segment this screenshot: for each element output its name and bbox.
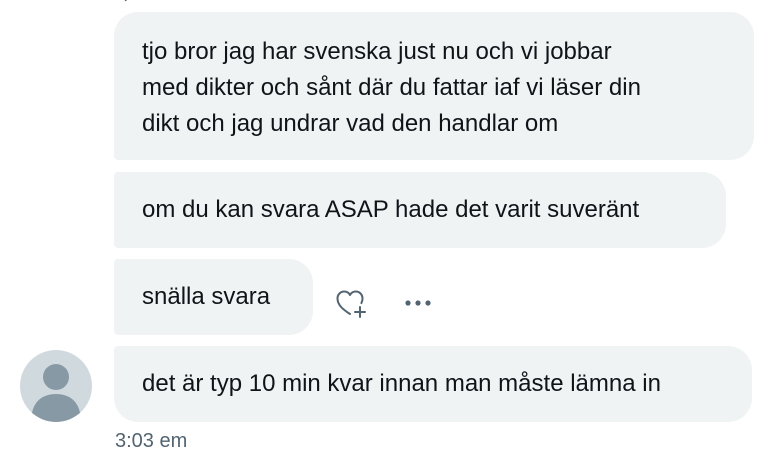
dm-conversation: tjo bror jag har svenska just nu och vi …	[0, 0, 776, 474]
avatar[interactable]	[20, 350, 92, 422]
add-reaction-button[interactable]	[332, 284, 370, 322]
message-text-line: om du kan svara ASAP hade det varit suve…	[142, 196, 640, 223]
message-bubble[interactable]: om du kan svara ASAP hade det varit suve…	[114, 172, 726, 248]
message-text-line: med dikter och sånt där du fattar iaf vi…	[142, 74, 641, 101]
message-text-line: tjo bror jag har svenska just nu och vi …	[142, 38, 612, 65]
default-avatar-icon	[31, 364, 81, 422]
scroll-remnant-mark	[124, 0, 127, 2]
message-bubble[interactable]: tjo bror jag har svenska just nu och vi …	[114, 12, 754, 160]
heart-plus-icon	[336, 290, 366, 318]
more-dots-icon	[405, 300, 431, 306]
message-bubble[interactable]: snälla svara	[114, 259, 313, 335]
more-options-button[interactable]	[398, 284, 438, 322]
message-text-line: det är typ 10 min kvar innan man måste l…	[142, 370, 661, 397]
message-text-line: snälla svara	[142, 283, 271, 310]
message-bubble[interactable]: det är typ 10 min kvar innan man måste l…	[114, 346, 752, 422]
message-text-line: dikt och jag undrar vad den handlar om	[142, 110, 559, 137]
message-timestamp: 3:03 em	[115, 430, 188, 452]
